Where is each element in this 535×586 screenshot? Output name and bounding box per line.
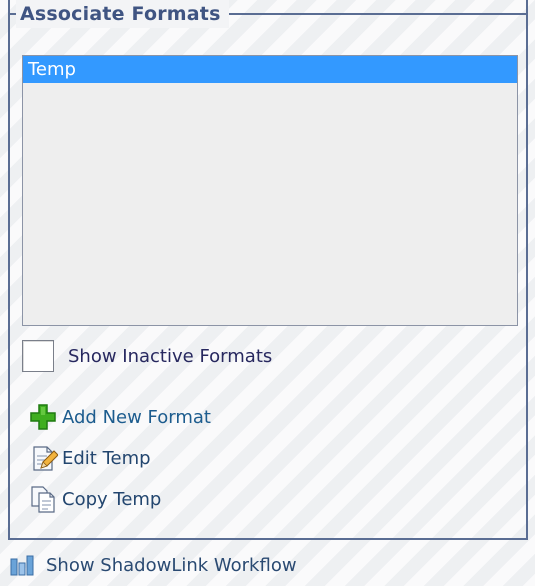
show-shadowlink-workflow-label[interactable]: Show ShadowLink Workflow [46,555,297,576]
edit-document-icon [28,443,58,473]
copy-temp-link[interactable]: Copy Temp [28,484,161,514]
plus-icon [28,402,58,432]
show-shadowlink-workflow-link[interactable]: Show ShadowLink Workflow [8,550,297,580]
group-title: Associate Formats [16,0,229,28]
copy-temp-label[interactable]: Copy Temp [62,489,161,510]
associate-formats-panel: Associate Formats Temp Show Inactive For… [0,0,535,586]
show-inactive-row[interactable]: Show Inactive Formats [22,338,272,374]
add-new-format-link[interactable]: Add New Format [28,402,211,432]
list-item[interactable]: Temp [23,56,517,83]
copy-document-icon [28,484,58,514]
edit-temp-label[interactable]: Edit Temp [62,448,151,469]
workflow-bars-icon [8,553,38,577]
formats-listbox[interactable]: Temp [22,55,518,326]
add-new-format-label[interactable]: Add New Format [62,407,211,428]
show-inactive-label[interactable]: Show Inactive Formats [68,346,272,367]
show-inactive-checkbox[interactable] [22,340,54,372]
edit-temp-link[interactable]: Edit Temp [28,443,151,473]
